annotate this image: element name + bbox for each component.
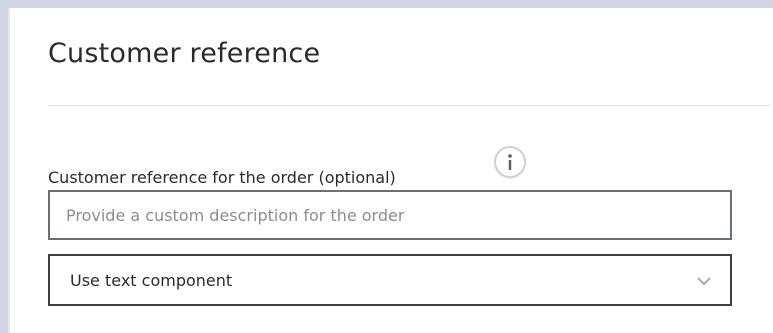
section-divider xyxy=(48,105,770,106)
customer-reference-label: Customer reference for the order (option… xyxy=(48,168,396,187)
info-glyph-icon xyxy=(508,154,512,170)
text-component-select[interactable]: Use text component xyxy=(48,254,732,306)
chevron-down-icon xyxy=(697,277,711,286)
section-title: Customer reference xyxy=(48,38,321,69)
info-icon[interactable] xyxy=(494,146,526,178)
customer-reference-card: Customer reference Customer reference fo… xyxy=(8,8,773,333)
select-selected-value: Use text component xyxy=(70,270,233,290)
customer-reference-input[interactable] xyxy=(48,190,732,240)
